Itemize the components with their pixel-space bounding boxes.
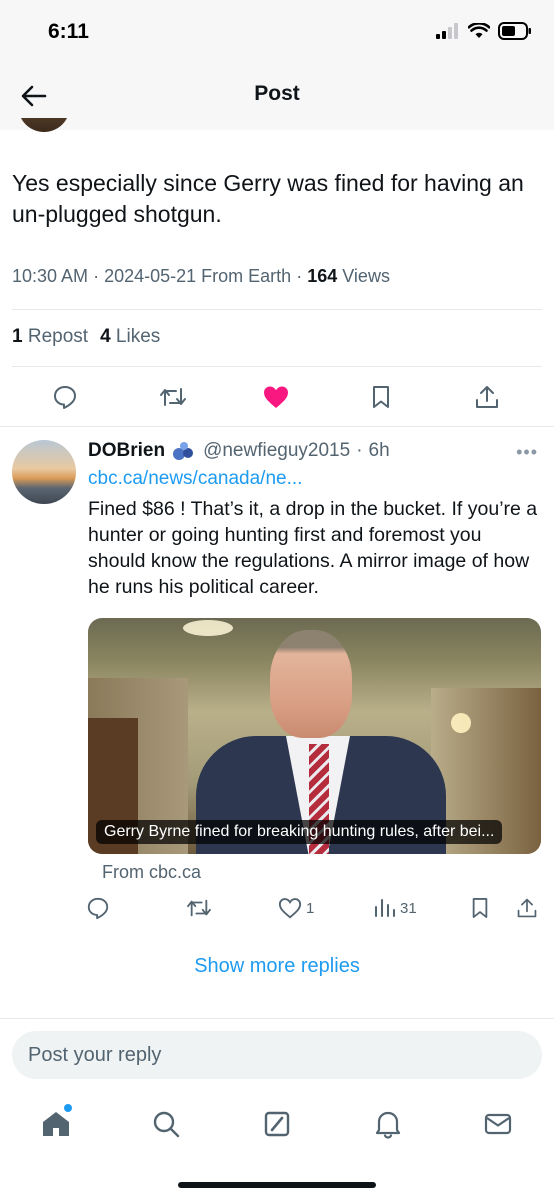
tab-messages[interactable] <box>478 1104 518 1144</box>
divider <box>0 426 554 427</box>
repost-icon <box>160 388 186 406</box>
divider <box>12 366 542 367</box>
likes-label: Likes <box>115 326 161 347</box>
reply-share-button[interactable] <box>516 894 538 922</box>
reply-repost-button[interactable] <box>186 894 212 922</box>
status-bar: 6:11 <box>0 0 554 60</box>
bookmark-button[interactable] <box>366 382 396 412</box>
reply-bookmark-button[interactable] <box>470 894 490 922</box>
share-icon <box>517 898 537 918</box>
reply-separator: · <box>356 440 363 461</box>
likes-count: 4 <box>100 326 111 347</box>
post-meta: 10:30 AM · 2024-05-21 From Earth · 164 V… <box>12 266 390 286</box>
grok-icon <box>264 1111 290 1137</box>
search-icon <box>153 1111 180 1138</box>
reply-link[interactable]: cbc.ca/news/canada/ne... <box>88 468 302 490</box>
post-stats: 1 Repost 4 Likes <box>12 326 160 348</box>
messages-icon <box>484 1113 512 1135</box>
reply-action-bar: 1 31 <box>0 894 554 924</box>
more-options-icon[interactable]: ••• <box>516 442 538 463</box>
post-source: From Earth <box>201 266 292 286</box>
post-time: 10:30 AM <box>12 266 89 286</box>
tab-grok[interactable] <box>257 1104 297 1144</box>
reposts-count: 1 <box>12 326 23 347</box>
card-image-lamp <box>451 713 471 733</box>
notifications-icon <box>375 1111 401 1139</box>
divider <box>12 309 542 310</box>
post-views-label: Views <box>342 266 390 286</box>
like-button[interactable] <box>261 382 291 412</box>
reply-avatar[interactable] <box>12 440 76 504</box>
cellular-signal-icon <box>436 23 458 39</box>
reply-like-button[interactable]: 1 <box>278 894 314 922</box>
status-time: 6:11 <box>48 20 89 43</box>
show-more-replies-link[interactable]: Show more replies <box>0 955 554 978</box>
card-caption: Gerry Byrne fined for breaking hunting r… <box>96 820 503 844</box>
reply-icon <box>54 386 76 409</box>
status-icons <box>436 22 532 40</box>
bookmark-icon <box>373 386 389 408</box>
reply-icon <box>87 897 109 920</box>
divider <box>0 1018 554 1019</box>
reply-likes-count: 1 <box>306 899 315 917</box>
post-header: Post <box>0 60 554 130</box>
card-source[interactable]: From cbc.ca <box>102 862 201 883</box>
bottom-tab-bar <box>0 1090 554 1160</box>
wifi-icon <box>468 23 490 38</box>
tab-search[interactable] <box>146 1104 186 1144</box>
reply-views-count: 31 <box>400 899 417 917</box>
heart-icon <box>278 898 302 919</box>
post-text: Yes especially since Gerry was fined for… <box>12 170 524 227</box>
reposts-stat[interactable]: 1 Repost <box>12 326 88 348</box>
card-image-chandelier <box>183 620 233 636</box>
likes-stat[interactable]: 4 Likes <box>100 326 160 348</box>
reply-views-button[interactable]: 31 <box>374 894 417 922</box>
share-button[interactable] <box>472 382 502 412</box>
card-image-face <box>270 630 352 738</box>
post-action-bar <box>0 378 554 418</box>
home-indicator <box>178 1182 376 1188</box>
link-card[interactable]: Gerry Byrne fined for breaking hunting r… <box>88 618 541 854</box>
share-icon <box>476 386 498 408</box>
reposts-label: Repost <box>27 326 89 347</box>
repost-button[interactable] <box>158 382 188 412</box>
reply-age: 6h <box>368 440 390 461</box>
repost-icon <box>187 899 211 917</box>
reply-composer[interactable] <box>12 1031 542 1079</box>
reply-button[interactable] <box>50 382 80 412</box>
author-avatar[interactable] <box>18 118 70 132</box>
post-views-count: 164 <box>307 266 338 286</box>
tab-home[interactable] <box>36 1104 76 1144</box>
affiliate-badge-icon <box>173 442 194 460</box>
notification-dot <box>64 1104 72 1112</box>
home-icon <box>43 1112 69 1136</box>
views-chart-icon <box>375 899 395 917</box>
reply-header: DOBrien @newfieguy2015 · 6h <box>88 440 390 462</box>
bookmark-icon <box>472 898 488 918</box>
battery-icon <box>498 22 531 40</box>
reply-input[interactable] <box>12 1031 542 1079</box>
reply-author-handle[interactable]: @newfieguy2015 <box>203 440 350 462</box>
heart-filled-icon <box>264 386 288 408</box>
post-date: 2024-05-21 <box>104 266 197 286</box>
reply-author-name[interactable]: DOBrien <box>88 440 165 462</box>
reply-text: Fined $86 ! That’s it, a drop in the buc… <box>88 498 538 598</box>
reply-reply-button[interactable] <box>86 894 110 922</box>
page-title: Post <box>254 82 300 105</box>
tab-notifications[interactable] <box>368 1104 408 1144</box>
